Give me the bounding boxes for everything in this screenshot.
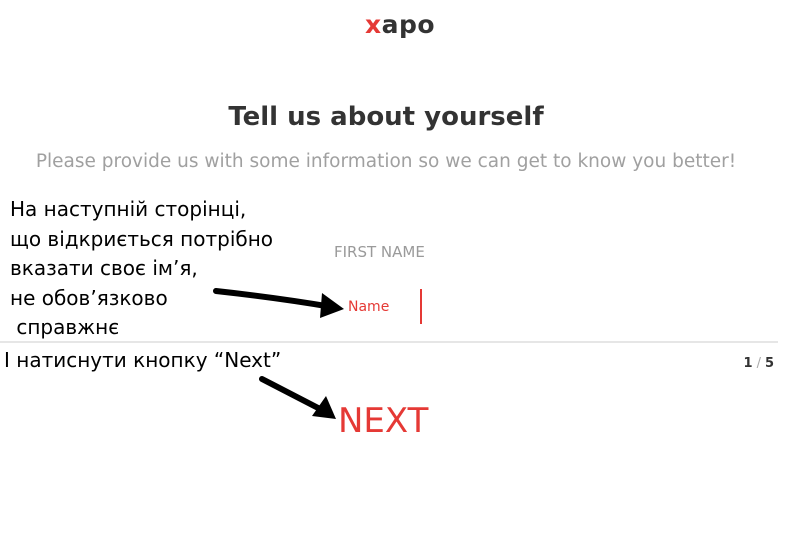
next-instruction-annotation: І натиснути кнопку “Next”	[4, 348, 282, 372]
logo-rest: apo	[381, 10, 436, 39]
first-name-input[interactable]	[348, 290, 428, 324]
current-step: 1	[743, 356, 753, 371]
total-steps: 5	[764, 356, 774, 371]
annotation-line: що відкриється потрібно	[10, 226, 274, 251]
xapo-logo: xapo	[0, 10, 800, 39]
input-caret	[420, 289, 422, 324]
instruction-annotation: На наступній сторінці, що відкриється по…	[10, 195, 273, 343]
first-name-label: FIRST NAME	[334, 243, 425, 261]
page-title: Tell us about yourself	[228, 102, 544, 132]
next-button[interactable]: NEXT	[338, 400, 438, 442]
divider	[0, 341, 778, 343]
logo-x: x	[364, 10, 382, 39]
annotation-line: вказати своє ім’я,	[10, 256, 198, 280]
annotation-line: На наступній сторінці,	[10, 197, 247, 221]
step-counter: 1/5	[744, 356, 774, 371]
page-subtitle: Please provide us with some information …	[35, 151, 737, 172]
arrow-to-next-button-icon	[259, 376, 336, 419]
annotation-line: не обов’язково	[10, 285, 168, 310]
annotation-line: справжнє	[10, 315, 120, 339]
step-separator: /	[756, 356, 761, 371]
